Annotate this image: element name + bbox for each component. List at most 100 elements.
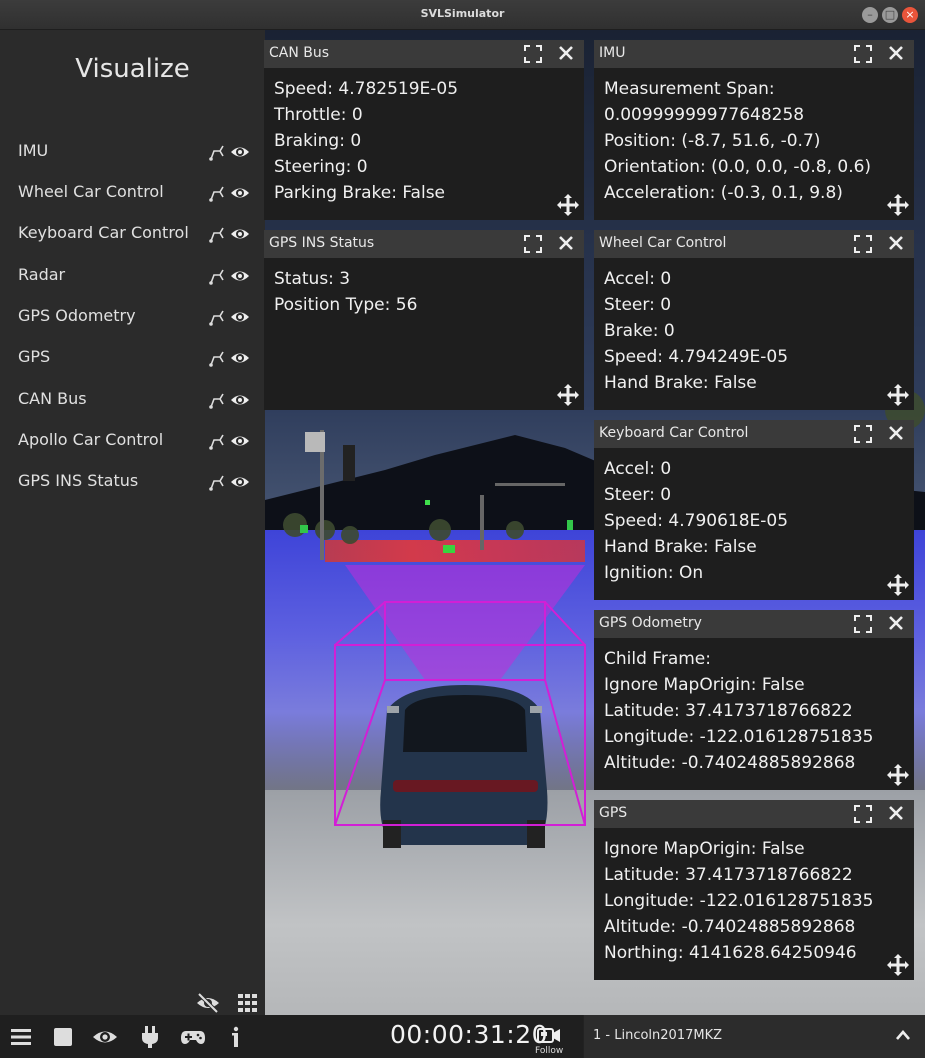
sidebar-item-gps[interactable]: GPS bbox=[0, 339, 265, 375]
panel-line: Altitude: -0.74024885892868 bbox=[604, 753, 856, 773]
close-window-button[interactable]: × bbox=[902, 7, 918, 23]
panel-line: Position Type: 56 bbox=[274, 295, 418, 315]
maximize-icon[interactable] bbox=[854, 805, 872, 823]
route-icon[interactable] bbox=[208, 473, 226, 491]
camera-icon[interactable] bbox=[536, 1024, 562, 1046]
move-icon[interactable] bbox=[556, 383, 580, 407]
route-icon[interactable] bbox=[208, 308, 226, 326]
move-icon[interactable] bbox=[886, 763, 910, 787]
maximize-icon[interactable] bbox=[854, 235, 872, 253]
eye-icon[interactable] bbox=[230, 143, 250, 161]
close-icon[interactable] bbox=[888, 235, 904, 251]
panel-line: Latitude: 37.4173718766822 bbox=[604, 701, 853, 721]
sidebar-item-label: Radar bbox=[18, 265, 66, 284]
panel-line: Northing: 4141628.64250946 bbox=[604, 943, 857, 963]
hide-all-icon[interactable] bbox=[195, 992, 221, 1014]
sidebar-item-keyboard-car-control[interactable]: Keyboard Car Control bbox=[0, 215, 265, 251]
panel-line: Hand Brake: False bbox=[604, 373, 757, 393]
minimize-button[interactable]: – bbox=[862, 7, 878, 23]
panel-title: Keyboard Car Control bbox=[599, 425, 749, 441]
panel-imu[interactable]: IMU Measurement Span: 0.0099999997764825… bbox=[594, 40, 914, 220]
close-icon[interactable] bbox=[888, 615, 904, 631]
panel-line: Altitude: -0.74024885892868 bbox=[604, 917, 856, 937]
panel-header[interactable]: GPS INS Status bbox=[264, 230, 584, 258]
maximize-button[interactable]: □ bbox=[882, 7, 898, 23]
sidebar-item-gps-odometry[interactable]: GPS Odometry bbox=[0, 298, 265, 334]
panel-gps[interactable]: GPS Ignore MapOrigin: False Latitude: 37… bbox=[594, 800, 914, 980]
panel-line: Parking Brake: False bbox=[274, 183, 446, 203]
stop-icon[interactable] bbox=[50, 1025, 76, 1049]
panel-gps-ins-status[interactable]: GPS INS Status Status: 3 Position Type: … bbox=[264, 230, 584, 410]
maximize-icon[interactable] bbox=[524, 235, 542, 253]
route-icon[interactable] bbox=[208, 349, 226, 367]
panel-wheel-car-control[interactable]: Wheel Car Control Accel: 0 Steer: 0 Brak… bbox=[594, 230, 914, 410]
panel-line: Speed: 4.782519E-05 bbox=[274, 79, 459, 99]
eye-icon[interactable] bbox=[230, 391, 250, 409]
route-icon[interactable] bbox=[208, 391, 226, 409]
route-icon[interactable] bbox=[208, 267, 226, 285]
panel-header[interactable]: CAN Bus bbox=[264, 40, 584, 68]
eye-icon[interactable] bbox=[230, 349, 250, 367]
eye-icon[interactable] bbox=[230, 225, 250, 243]
sidebar-item-radar[interactable]: Radar bbox=[0, 257, 265, 293]
close-icon[interactable] bbox=[558, 45, 574, 61]
panel-header[interactable]: Keyboard Car Control bbox=[594, 420, 914, 448]
route-icon[interactable] bbox=[208, 432, 226, 450]
agent-name: 1 - Lincoln2017MKZ bbox=[593, 1028, 723, 1043]
panel-body: Status: 3 Position Type: 56 bbox=[264, 258, 584, 410]
move-icon[interactable] bbox=[886, 383, 910, 407]
panel-line: Orientation: (0.0, 0.0, -0.8, 0.6) bbox=[604, 157, 872, 177]
panel-header[interactable]: GPS Odometry bbox=[594, 610, 914, 638]
panel-title: CAN Bus bbox=[269, 45, 330, 61]
grid-layout-icon[interactable] bbox=[237, 993, 259, 1013]
menu-icon[interactable] bbox=[8, 1025, 34, 1049]
panel-line: 0.00999999977648258 bbox=[604, 105, 805, 125]
move-icon[interactable] bbox=[886, 953, 910, 977]
close-icon[interactable] bbox=[558, 235, 574, 251]
panel-title: IMU bbox=[599, 45, 626, 61]
move-icon[interactable] bbox=[556, 193, 580, 217]
close-icon[interactable] bbox=[888, 425, 904, 441]
panel-line: Longitude: -122.016128751835 bbox=[604, 891, 874, 911]
sidebar-item-apollo-car-control[interactable]: Apollo Car Control bbox=[0, 422, 265, 458]
sidebar-item-wheel-car-control[interactable]: Wheel Car Control bbox=[0, 174, 265, 210]
sidebar-item-label: Keyboard Car Control bbox=[18, 223, 189, 242]
eye-icon[interactable] bbox=[230, 184, 250, 202]
panel-keyboard-car-control[interactable]: Keyboard Car Control Accel: 0 Steer: 0 S… bbox=[594, 420, 914, 600]
route-icon[interactable] bbox=[208, 143, 226, 161]
route-icon[interactable] bbox=[208, 184, 226, 202]
maximize-icon[interactable] bbox=[854, 45, 872, 63]
info-icon[interactable] bbox=[223, 1025, 249, 1049]
panel-can-bus[interactable]: CAN Bus Speed: 4.782519E-05 Throttle: 0 … bbox=[264, 40, 584, 220]
gamepad-icon[interactable] bbox=[180, 1025, 206, 1049]
panel-header[interactable]: GPS bbox=[594, 800, 914, 828]
route-icon[interactable] bbox=[208, 225, 226, 243]
sidebar-title: Visualize bbox=[75, 54, 190, 84]
eye-icon[interactable] bbox=[92, 1025, 118, 1049]
sidebar-item-can-bus[interactable]: CAN Bus bbox=[0, 381, 265, 417]
close-icon[interactable] bbox=[888, 805, 904, 821]
chevron-up-icon[interactable] bbox=[895, 1029, 911, 1041]
move-icon[interactable] bbox=[886, 573, 910, 597]
panel-gps-odometry[interactable]: GPS Odometry Child Frame: Ignore MapOrig… bbox=[594, 610, 914, 790]
maximize-icon[interactable] bbox=[854, 425, 872, 443]
move-icon[interactable] bbox=[886, 193, 910, 217]
eye-icon[interactable] bbox=[230, 432, 250, 450]
panel-header[interactable]: Wheel Car Control bbox=[594, 230, 914, 258]
eye-icon[interactable] bbox=[230, 308, 250, 326]
close-icon[interactable] bbox=[888, 45, 904, 61]
panel-title: Wheel Car Control bbox=[599, 235, 727, 251]
camera-mode-label: Follow bbox=[535, 1046, 564, 1056]
sidebar-item-gps-ins-status[interactable]: GPS INS Status bbox=[0, 463, 265, 499]
maximize-icon[interactable] bbox=[524, 45, 542, 63]
panel-line: Ignore MapOrigin: False bbox=[604, 839, 805, 859]
agent-selector[interactable]: 1 - Lincoln2017MKZ bbox=[583, 1015, 925, 1058]
ego-vehicle bbox=[380, 685, 548, 848]
eye-icon[interactable] bbox=[230, 267, 250, 285]
plug-icon[interactable] bbox=[137, 1025, 163, 1049]
panel-header[interactable]: IMU bbox=[594, 40, 914, 68]
eye-icon[interactable] bbox=[230, 473, 250, 491]
panel-line: Speed: 4.790618E-05 bbox=[604, 511, 789, 531]
sidebar-item-imu[interactable]: IMU bbox=[0, 133, 265, 169]
maximize-icon[interactable] bbox=[854, 615, 872, 633]
